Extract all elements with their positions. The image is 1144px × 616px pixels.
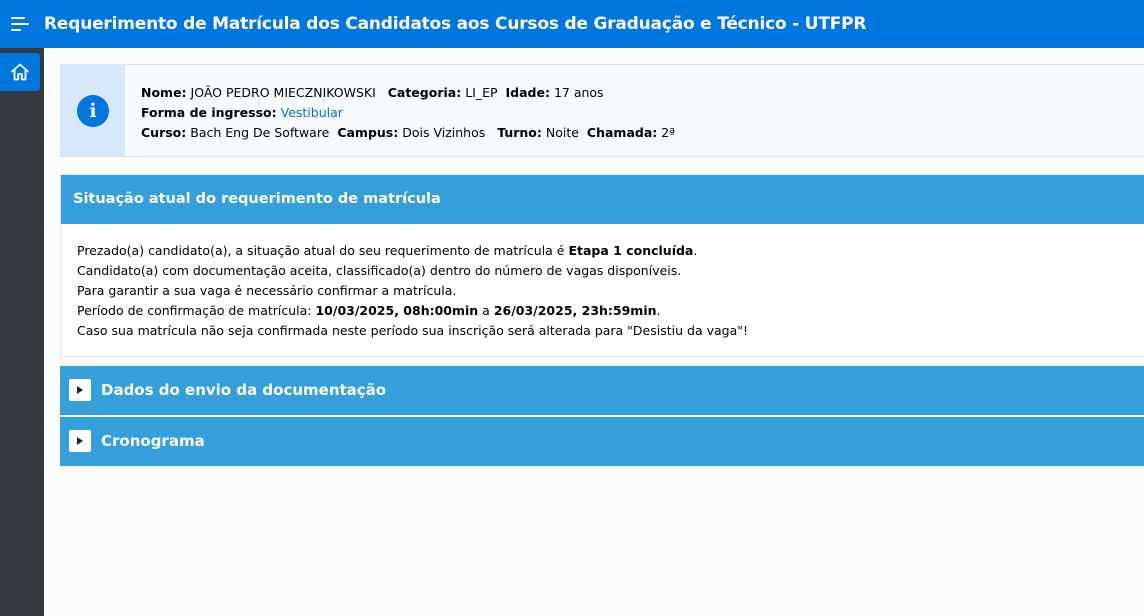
info-icon-area: i (61, 65, 125, 156)
turno-value: Noite (545, 125, 579, 140)
home-icon (11, 63, 29, 81)
period-separator: a (478, 303, 494, 318)
period-start: 10/03/2025, 08h:00min (315, 303, 479, 318)
accordion-document-submission[interactable]: Dados do envio da documentação (60, 366, 1144, 415)
idade-value: 17 anos (553, 85, 604, 100)
campus-label: Campus: (337, 125, 399, 140)
menu-icon[interactable] (11, 17, 29, 31)
info-icon: i (77, 95, 109, 127)
status-card-title: Situação atual do requerimento de matríc… (61, 175, 1144, 224)
home-button[interactable] (0, 53, 40, 91)
accordion-label[interactable]: Dados do envio da documentação (101, 366, 386, 415)
curso-label: Curso: (141, 125, 187, 140)
forma-label: Forma de ingresso: (141, 105, 277, 120)
status-message: Prezado(a) candidato(a), a situação atua… (77, 241, 748, 341)
status-line-5: Caso sua matrícula não seja confirmada n… (77, 323, 748, 338)
turno-label: Turno: (497, 125, 542, 140)
status-line-2: Candidato(a) com documentação aceita, cl… (77, 263, 682, 278)
status-text: Prezado(a) candidato(a), a situação atua… (77, 243, 569, 258)
status-line-3: Para garantir a sua vaga é necessário co… (77, 283, 457, 298)
expand-toggle-button[interactable] (69, 430, 91, 452)
idade-label: Idade: (505, 85, 550, 100)
chamada-value: 2ª (661, 125, 676, 140)
accordion-label[interactable]: Cronograma (101, 417, 205, 466)
status-value: Etapa 1 concluída (568, 243, 694, 258)
period-end: 26/03/2025, 23h:59min (493, 303, 657, 318)
status-line-1: Prezado(a) candidato(a), a situação atua… (77, 241, 748, 261)
app-title: Requerimento de Matrícula dos Candidatos… (44, 14, 867, 34)
candidate-details: Nome: JOÃO PEDRO MIECZNIKOWSKI Categoria… (141, 83, 675, 143)
nome-value: JOÃO PEDRO MIECZNIKOWSKI (190, 85, 376, 100)
caret-right-icon (77, 386, 83, 394)
categoria-label: Categoria: (387, 85, 462, 100)
period-label: Período de confirmação de matrícula: (77, 303, 316, 318)
campus-value: Dois Vizinhos (402, 125, 486, 140)
candidate-line-3: Curso: Bach Eng De Software Campus: Dois… (141, 123, 675, 143)
status-line-1-suffix: . (693, 243, 698, 258)
status-line-4: Período de confirmação de matrícula: 10/… (77, 301, 748, 321)
chamada-label: Chamada: (586, 125, 658, 140)
candidate-line-1: Nome: JOÃO PEDRO MIECZNIKOWSKI Categoria… (141, 83, 675, 103)
accordion-schedule[interactable]: Cronograma (60, 417, 1144, 466)
curso-value: Bach Eng De Software (190, 125, 330, 140)
categoria-value: LI_EP (465, 85, 498, 100)
period-suffix: . (656, 303, 661, 318)
candidate-line-2: Forma de ingresso: Vestibular (141, 103, 675, 123)
status-card: Situação atual do requerimento de matríc… (60, 174, 1144, 357)
top-bar: Requerimento de Matrícula dos Candidatos… (0, 0, 1144, 48)
nome-label: Nome: (141, 85, 187, 100)
caret-right-icon (77, 437, 83, 445)
expand-toggle-button[interactable] (69, 379, 91, 401)
candidate-info-card: i Nome: JOÃO PEDRO MIECZNIKOWSKI Categor… (60, 64, 1144, 157)
forma-value-link[interactable]: Vestibular (281, 105, 343, 120)
sidebar (0, 48, 44, 616)
